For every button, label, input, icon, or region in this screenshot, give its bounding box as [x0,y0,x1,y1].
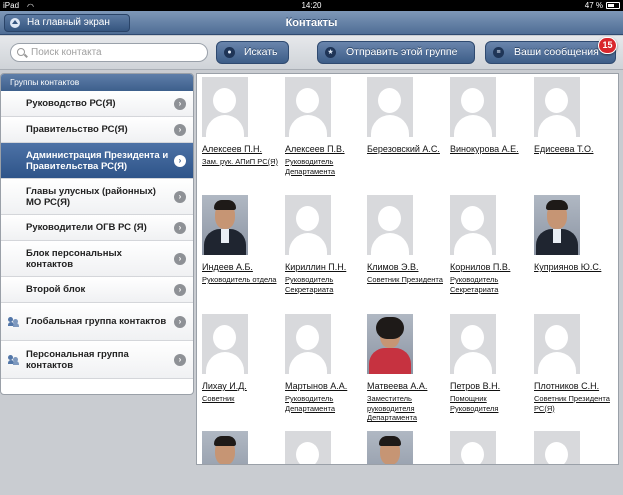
contact-position[interactable]: Зам. рук. АПиП РС(Я) [202,157,284,167]
avatar[interactable] [367,431,413,464]
sidebar-item-label: Администрация Президента и Правительства… [26,149,169,172]
chevron-right-icon: › [174,353,186,366]
toolbar: ● Искать ★ Отправить этой группе ≡ Ваши … [0,36,623,70]
contact-name[interactable]: Куприянов Ю.С. [534,262,601,272]
sidebar-item[interactable]: Руководство РС(Я) › [1,91,193,117]
group-icon [8,354,20,365]
contacts-grid: Алексеев П.Н. Зам. рук. АПиП РС(Я) Алексее… [196,73,619,465]
sidebar-item-label: Глобальная группа контактов [26,316,167,327]
search-button[interactable]: ● Искать [216,41,289,64]
avatar[interactable] [367,314,413,374]
avatar[interactable] [534,195,580,255]
group-icon [8,316,20,327]
chevron-right-icon: › [174,97,186,110]
send-to-group-button[interactable]: ★ Отправить этой группе [317,41,475,64]
avatar-placeholder[interactable] [202,77,248,137]
chevron-right-icon: › [174,190,186,203]
status-bar: iPad ◠ 14:20 47 % [0,0,623,11]
sidebar-item[interactable]: Глобальная группа контактов › [1,303,193,341]
contact-name[interactable]: Корнилов П.В. [450,262,510,272]
page-title: Контакты [285,17,338,29]
contact-name[interactable]: Березовский А.С. [367,144,440,154]
avatar-placeholder[interactable] [534,431,580,464]
avatar[interactable] [202,431,248,464]
search-button-label: Искать [244,46,278,58]
avatar-placeholder[interactable] [450,314,496,374]
messages-button[interactable]: ≡ Ваши сообщения [485,41,616,64]
avatar-placeholder[interactable] [367,195,413,255]
sidebar-item-label: Правительство РС(Я) [26,124,128,135]
chevron-right-icon: › [174,154,186,167]
magnifier-icon: ● [224,47,235,58]
messages-button-label: Ваши сообщения [514,46,599,58]
contact-position[interactable]: Советник Президента РС(Я) [534,394,616,413]
sidebar-item[interactable]: Правительство РС(Я) › [1,117,193,143]
sidebar-item-label: Руководство РС(Я) [26,98,116,109]
contact-name[interactable]: Матвеева А.А. [367,381,427,391]
chevron-right-icon: › [174,315,186,328]
clock: 14:20 [301,1,322,10]
avatar-placeholder[interactable] [367,77,413,137]
contact-name[interactable]: Алексеев П.Н. [202,144,262,154]
contact-name[interactable]: Лихау И.Д. [202,381,247,391]
contact-position[interactable]: Руководитель Департамента [285,394,367,413]
sidebar-item[interactable]: Второй блок › [1,277,193,303]
messages-count-badge: 15 [598,37,617,54]
contact-name[interactable]: Индеев А.Б. [202,262,253,272]
search-input[interactable] [10,43,208,62]
star-icon: ★ [325,47,336,58]
contact-name[interactable]: Плотников С.Н. [534,381,599,391]
avatar-placeholder[interactable] [534,77,580,137]
contact-name[interactable]: Климов Э.В. [367,262,418,272]
contact-position[interactable]: Руководитель Секретариата [450,275,532,294]
sidebar-item[interactable]: Администрация Президента и Правительства… [1,143,193,179]
chevron-right-icon: › [174,252,186,265]
contact-name[interactable]: Едисеева Т.О. [534,144,593,154]
contact-position[interactable]: Помощник Руководителя [450,394,532,413]
sidebar-item[interactable]: Блок персональных контактов › [1,241,193,277]
sidebar-header: Группы контактов [1,74,193,91]
chevron-right-icon: › [174,123,186,136]
contact-groups-sidebar: Группы контактов Руководство РС(Я) › Прави… [0,73,194,395]
avatar-placeholder[interactable] [450,195,496,255]
avatar-placeholder[interactable] [285,314,331,374]
contact-name[interactable]: Кириллин П.Н. [285,262,346,272]
sidebar-item-label: Руководители ОГВ РС (Я) [26,222,147,233]
contact-position[interactable]: Заместитель руководителя Департамента [367,394,449,423]
contact-position[interactable]: Руководитель Департамента [285,157,367,176]
list-icon: ≡ [493,47,504,58]
avatar-placeholder[interactable] [450,77,496,137]
contact-position[interactable]: Руководитель отдела [202,275,284,285]
avatar-placeholder[interactable] [285,77,331,137]
avatar-placeholder[interactable] [285,431,331,464]
avatar-placeholder[interactable] [534,314,580,374]
send-to-group-label: Отправить этой группе [346,46,458,58]
contact-position[interactable]: Руководитель Секретариата [285,275,367,294]
battery-icon [606,2,620,9]
chevron-right-icon: › [174,283,186,296]
avatar-placeholder[interactable] [285,195,331,255]
sidebar-item-label: Второй блок [26,284,86,295]
battery-percent: 47 % [584,1,603,10]
sidebar-item[interactable]: Главы улусных (районных) МО РС(Я) › [1,179,193,215]
chevron-right-icon: › [174,221,186,234]
contact-name[interactable]: Винокурова А.Е. [450,144,519,154]
contact-position[interactable]: Советник Президента [367,275,449,285]
avatar[interactable] [202,195,248,255]
contact-name[interactable]: Алексеев П.В. [285,144,345,154]
contact-name[interactable]: Петров В.Н. [450,381,500,391]
contact-position[interactable]: Советник [202,394,284,404]
avatar-placeholder[interactable] [202,314,248,374]
sidebar-item[interactable]: Персональная группа контактов › [1,341,193,379]
sidebar-item-label: Персональная группа контактов [26,348,129,371]
sidebar-item[interactable]: Руководители ОГВ РС (Я) › [1,215,193,241]
sidebar-item-label: Главы улусных (районных) МО РС(Я) [26,185,156,208]
search-icon [17,48,25,56]
navigation-bar: На главный экран Контакты [0,11,623,35]
avatar-placeholder[interactable] [450,431,496,464]
sidebar-item-label: Блок персональных контактов [26,247,122,270]
contact-name[interactable]: Мартынов А.А. [285,381,347,391]
